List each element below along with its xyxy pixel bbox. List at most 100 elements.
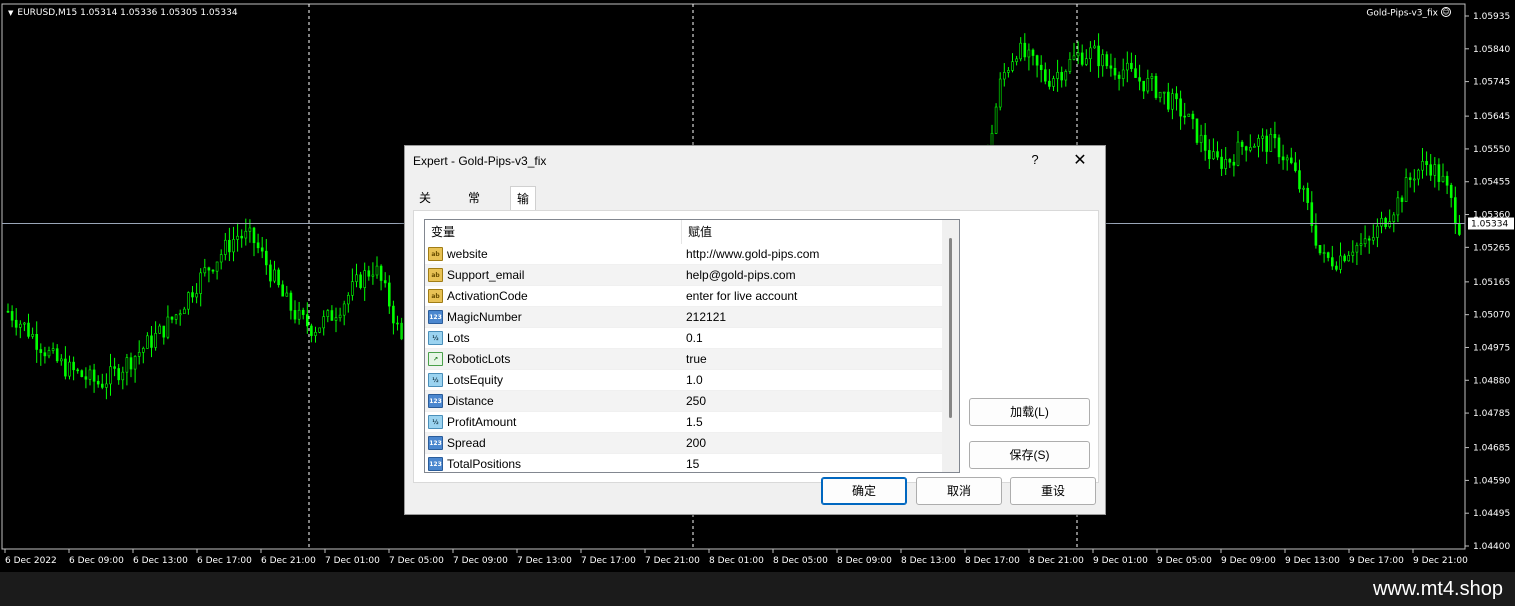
candle-body <box>1314 225 1318 246</box>
parameter-value[interactable]: 0.1 <box>682 328 942 349</box>
tab-inputs[interactable]: 输入参数 <box>510 186 537 278</box>
candle-body <box>1007 70 1010 73</box>
candle-body <box>1413 178 1416 181</box>
parameter-row[interactable]: 123 Spread 200 <box>425 433 942 454</box>
parameter-value[interactable]: 200 <box>682 433 942 454</box>
candle-body <box>162 325 166 338</box>
parameter-value[interactable]: 1.5 <box>682 412 942 433</box>
parameter-row[interactable]: 123 TotalPositions 15 <box>425 454 942 472</box>
candle-body <box>1454 197 1457 225</box>
dropdown-triangle-icon[interactable]: ▼ <box>8 9 13 17</box>
parameter-row[interactable]: ½ LotsEquity 1.0 <box>425 370 942 391</box>
time-axis-label: 9 Dec 01:00 <box>1093 556 1148 566</box>
candle-body <box>301 309 305 315</box>
candle-body <box>1277 137 1281 158</box>
candle-body <box>1343 255 1346 262</box>
candle-body <box>1376 225 1379 238</box>
candle-body <box>1154 76 1158 98</box>
cancel-button[interactable]: 取消 <box>916 477 1002 505</box>
candle-body <box>1228 159 1232 163</box>
candle-body <box>1134 68 1137 78</box>
column-header-variable[interactable]: 变量 <box>425 220 682 244</box>
candle-body <box>1199 134 1203 143</box>
parameter-value[interactable]: true <box>682 349 942 370</box>
candle-body <box>211 269 215 272</box>
parameters-table: 变量 赋值 ab website http://www.gold-pips.com a… <box>424 219 960 473</box>
candle-body <box>1023 42 1027 58</box>
candle-body <box>1249 147 1252 151</box>
time-axis-label: 6 Dec 17:00 <box>197 556 252 566</box>
candle-body <box>1142 80 1145 92</box>
candle-body <box>199 272 202 294</box>
tab-about[interactable]: 关于 <box>413 186 437 229</box>
candle-body <box>84 376 88 380</box>
candle-body <box>1027 49 1031 58</box>
candle-body <box>133 356 137 370</box>
load-button[interactable]: 加载(L) <box>969 398 1090 426</box>
symbol-info-text: EURUSD,M15 1.05314 1.05336 1.05305 1.053… <box>17 8 238 18</box>
candle-body <box>1031 49 1035 56</box>
parameter-name: ProfitAmount <box>447 415 517 429</box>
candle-body <box>305 314 309 327</box>
time-axis-label: 9 Dec 05:00 <box>1157 556 1212 566</box>
candle-body <box>1015 58 1018 62</box>
save-button[interactable]: 保存(S) <box>969 441 1090 469</box>
candle-body <box>1076 52 1080 57</box>
candle-body <box>375 265 379 276</box>
close-icon[interactable]: ✕ <box>1069 150 1091 170</box>
candle-body <box>170 316 174 320</box>
candle-body <box>1224 159 1227 169</box>
candle-body <box>1306 187 1309 203</box>
parameter-value[interactable]: 250 <box>682 391 942 412</box>
time-axis-label: 7 Dec 13:00 <box>517 556 572 566</box>
candle-body <box>31 334 34 337</box>
candle-body <box>1265 135 1268 152</box>
reset-button[interactable]: 重设 <box>1010 477 1096 505</box>
candle-body <box>297 309 301 320</box>
parameter-name: TotalPositions <box>447 457 522 471</box>
parameter-value[interactable]: 15 <box>682 454 942 472</box>
candle-body <box>1044 69 1047 82</box>
ok-button[interactable]: 确定 <box>821 477 907 505</box>
parameter-value[interactable]: http://www.gold-pips.com <box>682 244 942 265</box>
candle-body <box>1351 251 1355 256</box>
candle-body <box>59 358 63 362</box>
candle-body <box>105 383 108 388</box>
parameter-row[interactable]: ½ Lots 0.1 <box>425 328 942 349</box>
symbol-info: ▼ EURUSD,M15 1.05314 1.05336 1.05305 1.05… <box>8 8 238 18</box>
price-axis-label: 1.05935 <box>1473 12 1510 22</box>
candle-body <box>203 267 207 274</box>
scrollbar-thumb[interactable] <box>949 238 952 418</box>
table-header: 变量 赋值 <box>425 220 942 244</box>
parameter-value[interactable]: 212121 <box>682 307 942 328</box>
candle-body <box>76 369 79 372</box>
candle-body <box>367 270 371 277</box>
parameter-row[interactable]: ab website http://www.gold-pips.com <box>425 244 942 265</box>
parameter-row[interactable]: 123 MagicNumber 212121 <box>425 307 942 328</box>
candle-body <box>178 313 182 316</box>
vertical-scrollbar[interactable] <box>942 220 959 472</box>
parameter-row[interactable]: ½ ProfitAmount 1.5 <box>425 412 942 433</box>
parameter-row[interactable]: 123 Distance 250 <box>425 391 942 412</box>
column-header-value[interactable]: 赋值 <box>682 220 942 244</box>
parameter-name: website <box>447 247 488 261</box>
candle-body <box>322 316 326 329</box>
parameter-value[interactable]: enter for live account <box>682 286 942 307</box>
candle-body <box>383 280 387 284</box>
parameter-row[interactable]: ab ActivationCode enter for live account <box>425 286 942 307</box>
price-axis-label: 1.05165 <box>1473 278 1510 288</box>
parameter-row[interactable]: ab Support_email help@gold-pips.com <box>425 265 942 286</box>
parameter-value[interactable]: 1.0 <box>682 370 942 391</box>
candle-body <box>400 322 403 340</box>
candle-body <box>1421 161 1424 171</box>
parameter-value[interactable]: help@gold-pips.com <box>682 265 942 286</box>
tab-common[interactable]: 常用 <box>462 186 486 229</box>
candle-body <box>150 335 153 348</box>
parameter-row[interactable]: ↗ RoboticLots true <box>425 349 942 370</box>
candle-body <box>1011 61 1014 71</box>
candle-body <box>240 235 243 239</box>
help-button[interactable]: ? <box>1025 152 1045 167</box>
candle-body <box>396 322 399 325</box>
price-axis-label: 1.04785 <box>1473 409 1510 419</box>
candle-body <box>39 349 43 353</box>
